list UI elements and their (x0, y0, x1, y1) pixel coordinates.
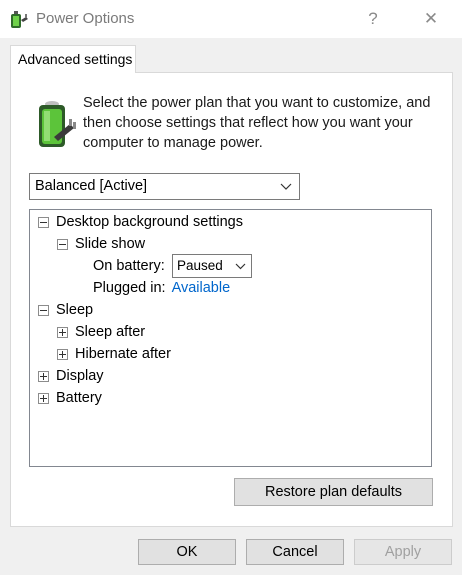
on-battery-value: Paused (177, 258, 223, 273)
tree-node-battery[interactable]: Battery (38, 388, 102, 408)
window-title: Power Options (36, 10, 135, 27)
tree-node-sleep-after[interactable]: Sleep after (57, 322, 145, 342)
tree-node-desktop-background[interactable]: Desktop background settings (38, 212, 243, 232)
collapse-icon[interactable] (38, 304, 49, 316)
tree-label: Battery (56, 390, 102, 406)
tree-label: Display (56, 368, 104, 384)
help-icon: ? (368, 9, 378, 28)
settings-tree[interactable]: Desktop background settings Slide show O… (29, 209, 432, 467)
plugged-in-label: Plugged in: (93, 280, 166, 296)
tree-node-slide-show[interactable]: Slide show (57, 234, 145, 254)
tree-label: Sleep (56, 302, 94, 318)
power-options-icon (11, 11, 28, 28)
ok-button[interactable]: OK (138, 539, 236, 565)
apply-button[interactable]: Apply (354, 539, 452, 565)
plugged-in-row: Plugged in: Available (93, 278, 230, 298)
collapse-icon[interactable] (57, 238, 68, 250)
on-battery-label: On battery: (93, 258, 165, 274)
expand-icon[interactable] (38, 392, 49, 404)
power-plan-select[interactable]: Balanced [Active] (29, 173, 300, 200)
chevron-down-icon (280, 183, 292, 190)
restore-plan-defaults-button[interactable]: Restore plan defaults (234, 478, 433, 506)
tree-label: Sleep after (75, 324, 146, 340)
advanced-settings-panel: Select the power plan that you want to c… (10, 72, 453, 527)
intro-text: Select the power plan that you want to c… (83, 95, 431, 151)
cancel-button[interactable]: Cancel (246, 539, 344, 565)
tree-label: Slide show (75, 236, 146, 252)
tree-node-hibernate-after[interactable]: Hibernate after (57, 344, 171, 364)
tree-label: Hibernate after (75, 346, 171, 362)
help-button[interactable]: ? (350, 0, 396, 38)
collapse-icon[interactable] (38, 216, 49, 228)
expand-icon[interactable] (57, 348, 68, 360)
on-battery-select[interactable]: Paused (172, 254, 252, 278)
power-plan-value: Balanced [Active] (35, 178, 148, 194)
chevron-down-icon (235, 263, 246, 270)
tree-node-display[interactable]: Display (38, 366, 104, 386)
tab-label: Advanced settings (18, 51, 133, 67)
tree-node-sleep[interactable]: Sleep (38, 300, 93, 320)
battery-plug-icon (39, 101, 76, 147)
plugged-in-value-link[interactable]: Available (172, 280, 231, 296)
close-button[interactable]: ✕ (408, 0, 454, 38)
tab-advanced-settings[interactable]: Advanced settings (10, 45, 136, 73)
expand-icon[interactable] (57, 326, 68, 338)
close-icon: ✕ (423, 9, 439, 28)
expand-icon[interactable] (38, 370, 49, 382)
title-bar: Power Options ? ✕ (0, 0, 462, 38)
tree-label: Desktop background settings (56, 214, 243, 230)
